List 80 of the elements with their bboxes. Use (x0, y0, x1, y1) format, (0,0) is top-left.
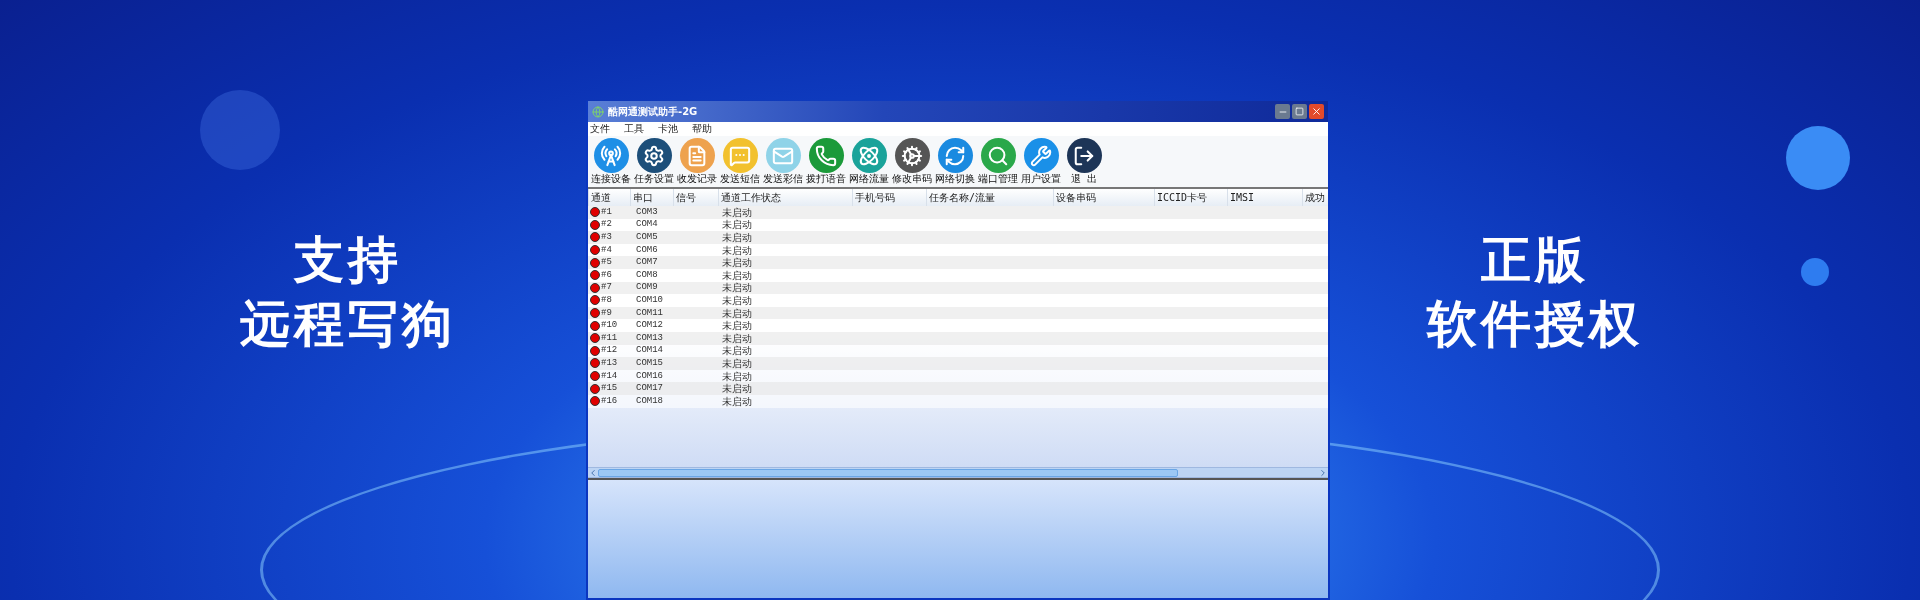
table-row[interactable]: #14 COM16 未启动 (588, 369, 1328, 383)
toolbar-button[interactable]: 退 出 (1063, 138, 1105, 185)
table-cell: 未启动 (722, 320, 752, 332)
toolbar-button[interactable]: 发送彩信 (762, 138, 804, 185)
table-cell: 未启动 (722, 294, 752, 306)
toolbar-button[interactable]: 网络流量 (848, 138, 890, 185)
toolbar-button[interactable]: 网络切换 (934, 138, 976, 185)
table-cell: #16 (601, 395, 618, 407)
table-cell: 未启动 (722, 383, 752, 395)
table-row[interactable]: #7 COM9 未启动 (588, 281, 1328, 295)
table-cell: COM15 (636, 357, 663, 369)
table-cell: COM10 (636, 294, 663, 306)
table-cell: #4 (601, 244, 612, 256)
table-cell: #14 (601, 370, 618, 382)
menu-item[interactable]: 卡池 (658, 123, 678, 135)
window-title: 酷网通测试助手-2G (608, 105, 698, 119)
table-cell: #9 (601, 307, 612, 319)
table-cell: COM18 (636, 395, 663, 407)
table-cell: #10 (601, 320, 618, 332)
table-cell: COM11 (636, 307, 663, 319)
slogan-text: 支持 (294, 230, 402, 291)
table-row[interactable]: #1 COM3 未启动 (588, 206, 1328, 219)
toolbar-button[interactable]: 任务设置 (633, 138, 675, 185)
table-row[interactable]: #5 COM7 未启动 (588, 256, 1328, 269)
table-cell: #12 (601, 345, 618, 357)
table-cell: #7 (601, 282, 612, 294)
table-cell: COM16 (636, 370, 663, 382)
table-row[interactable]: #16 COM18 未启动 (588, 394, 1328, 408)
table-cell: #15 (601, 383, 618, 395)
toolbar-button[interactable]: 用户设置 (1020, 138, 1062, 185)
table-row[interactable]: #13 COM15 未启动 (588, 357, 1328, 370)
table-cell: #1 (601, 206, 612, 218)
toolbar-button[interactable]: 收发记录 (676, 138, 718, 185)
toolbar-button[interactable]: 端口管理 (977, 138, 1019, 185)
table-row[interactable]: #9 COM11 未启动 (588, 306, 1328, 320)
toolbar-button[interactable]: 修改串码 (891, 138, 933, 185)
table-cell: 未启动 (722, 370, 752, 382)
slogan-text: 软件授权 (1427, 294, 1643, 355)
table-cell: COM6 (636, 244, 658, 256)
table-cell: 未启动 (722, 269, 752, 281)
table-cell: #8 (601, 294, 612, 306)
toolbar-button[interactable]: 拨打语音 (805, 138, 847, 185)
table-cell: #6 (601, 269, 612, 281)
toolbar-button[interactable]: 连接设备 (590, 138, 632, 185)
table-row[interactable]: #15 COM17 未启动 (588, 382, 1328, 395)
table-cell: COM3 (636, 206, 658, 218)
menu-item[interactable]: 文件 (590, 123, 610, 135)
table-row[interactable]: #3 COM5 未启动 (588, 231, 1328, 244)
table-cell: 未启动 (722, 332, 752, 344)
table-cell: #3 (601, 232, 612, 243)
table-cell: 未启动 (722, 357, 752, 369)
table-cell: 未启动 (722, 282, 752, 294)
table-cell: #11 (601, 332, 618, 344)
table-cell: #2 (601, 219, 612, 231)
table-cell: #5 (601, 257, 612, 269)
table-cell: COM4 (636, 219, 658, 231)
table-cell: COM17 (636, 383, 663, 395)
table-cell: 未启动 (722, 395, 752, 407)
table-cell: 未启动 (722, 307, 752, 319)
slogan-text: 正版 (1481, 230, 1589, 291)
slogan-text: 远程写狗 (240, 294, 456, 355)
table-cell: 未启动 (722, 219, 752, 231)
table-cell: 未启动 (722, 232, 752, 243)
table-cell: COM13 (636, 332, 663, 344)
toolbar-button[interactable]: 发送短信 (719, 138, 761, 185)
table-row[interactable]: #11 COM13 未启动 (588, 331, 1328, 345)
table-cell: 未启动 (722, 257, 752, 269)
table-cell: #13 (601, 357, 618, 369)
table-cell: COM9 (636, 282, 658, 294)
menu-item[interactable]: 工具 (624, 123, 644, 135)
table-cell: COM8 (636, 269, 658, 281)
table-cell: 未启动 (722, 206, 752, 218)
table-cell: COM12 (636, 320, 663, 332)
table-row[interactable]: #12 COM14 未启动 (588, 344, 1328, 358)
table-cell: COM5 (636, 232, 658, 243)
table-cell: COM7 (636, 257, 658, 269)
menu-item[interactable]: 帮助 (692, 123, 712, 135)
table-cell: 未启动 (722, 345, 752, 357)
table-cell: 未启动 (722, 244, 752, 256)
table-cell: COM14 (636, 345, 663, 357)
